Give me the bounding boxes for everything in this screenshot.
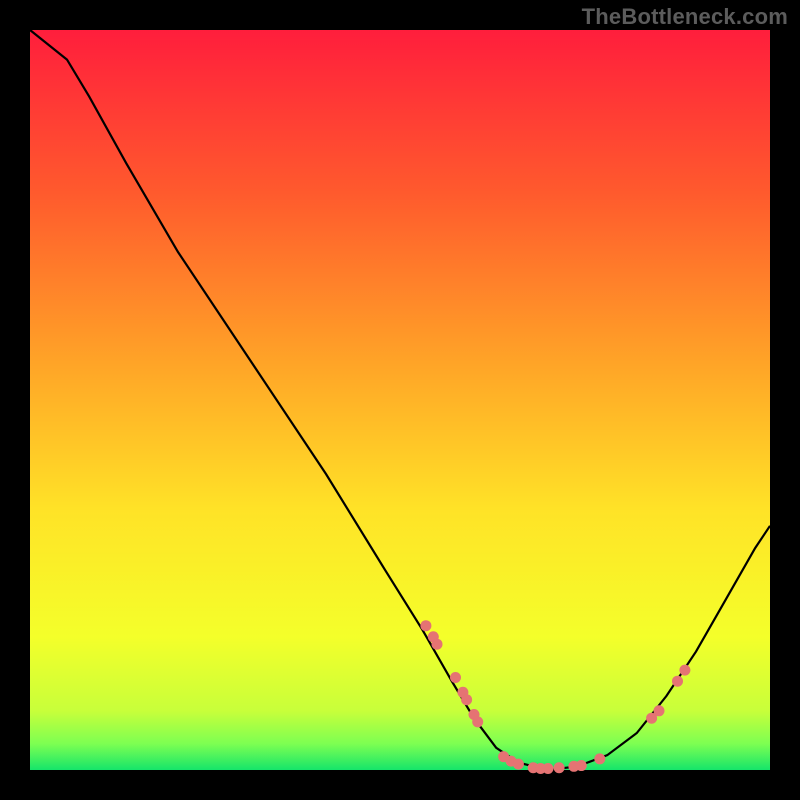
curve-marker [576,760,587,771]
curve-marker [654,705,665,716]
curve-marker [543,763,554,774]
curve-marker [420,620,431,631]
chart-svg [0,0,800,800]
curve-marker [672,676,683,687]
plot-background [30,30,770,770]
chart-canvas: TheBottleneck.com [0,0,800,800]
curve-marker [679,665,690,676]
curve-marker [594,753,605,764]
curve-marker [432,639,443,650]
curve-marker [513,759,524,770]
curve-marker [461,694,472,705]
curve-marker [450,672,461,683]
curve-marker [472,716,483,727]
curve-marker [554,762,565,773]
